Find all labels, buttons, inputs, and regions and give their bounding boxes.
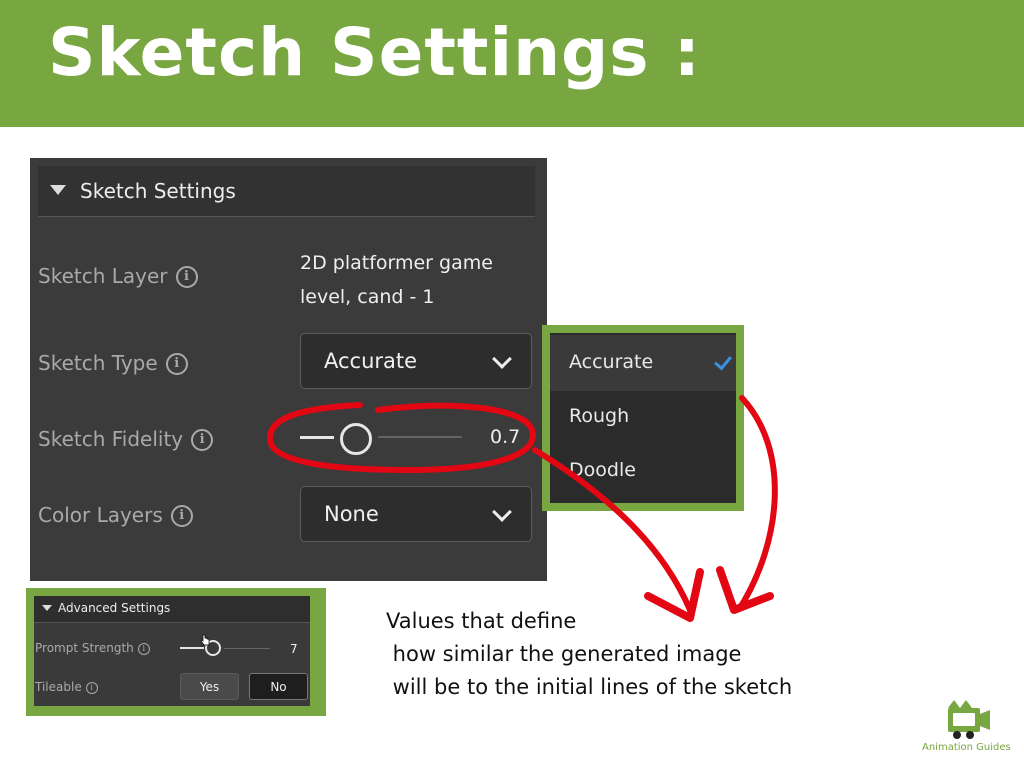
- caption-line-2: how similar the generated image: [386, 642, 742, 666]
- arrow-curve-right: [737, 395, 778, 611]
- caption-line-3: will be to the initial lines of the sket…: [386, 675, 793, 699]
- arrow-curve-left: [532, 447, 693, 613]
- fidelity-circle-annotation: [266, 402, 536, 474]
- arrow-head-right: [716, 566, 774, 614]
- caption-line-1: Values that define: [386, 609, 577, 633]
- clapperboard-robot-icon: [948, 700, 990, 739]
- annotation-caption: Values that define how similar the gener…: [386, 605, 792, 704]
- logo-text: Animation Guides: [922, 742, 1011, 753]
